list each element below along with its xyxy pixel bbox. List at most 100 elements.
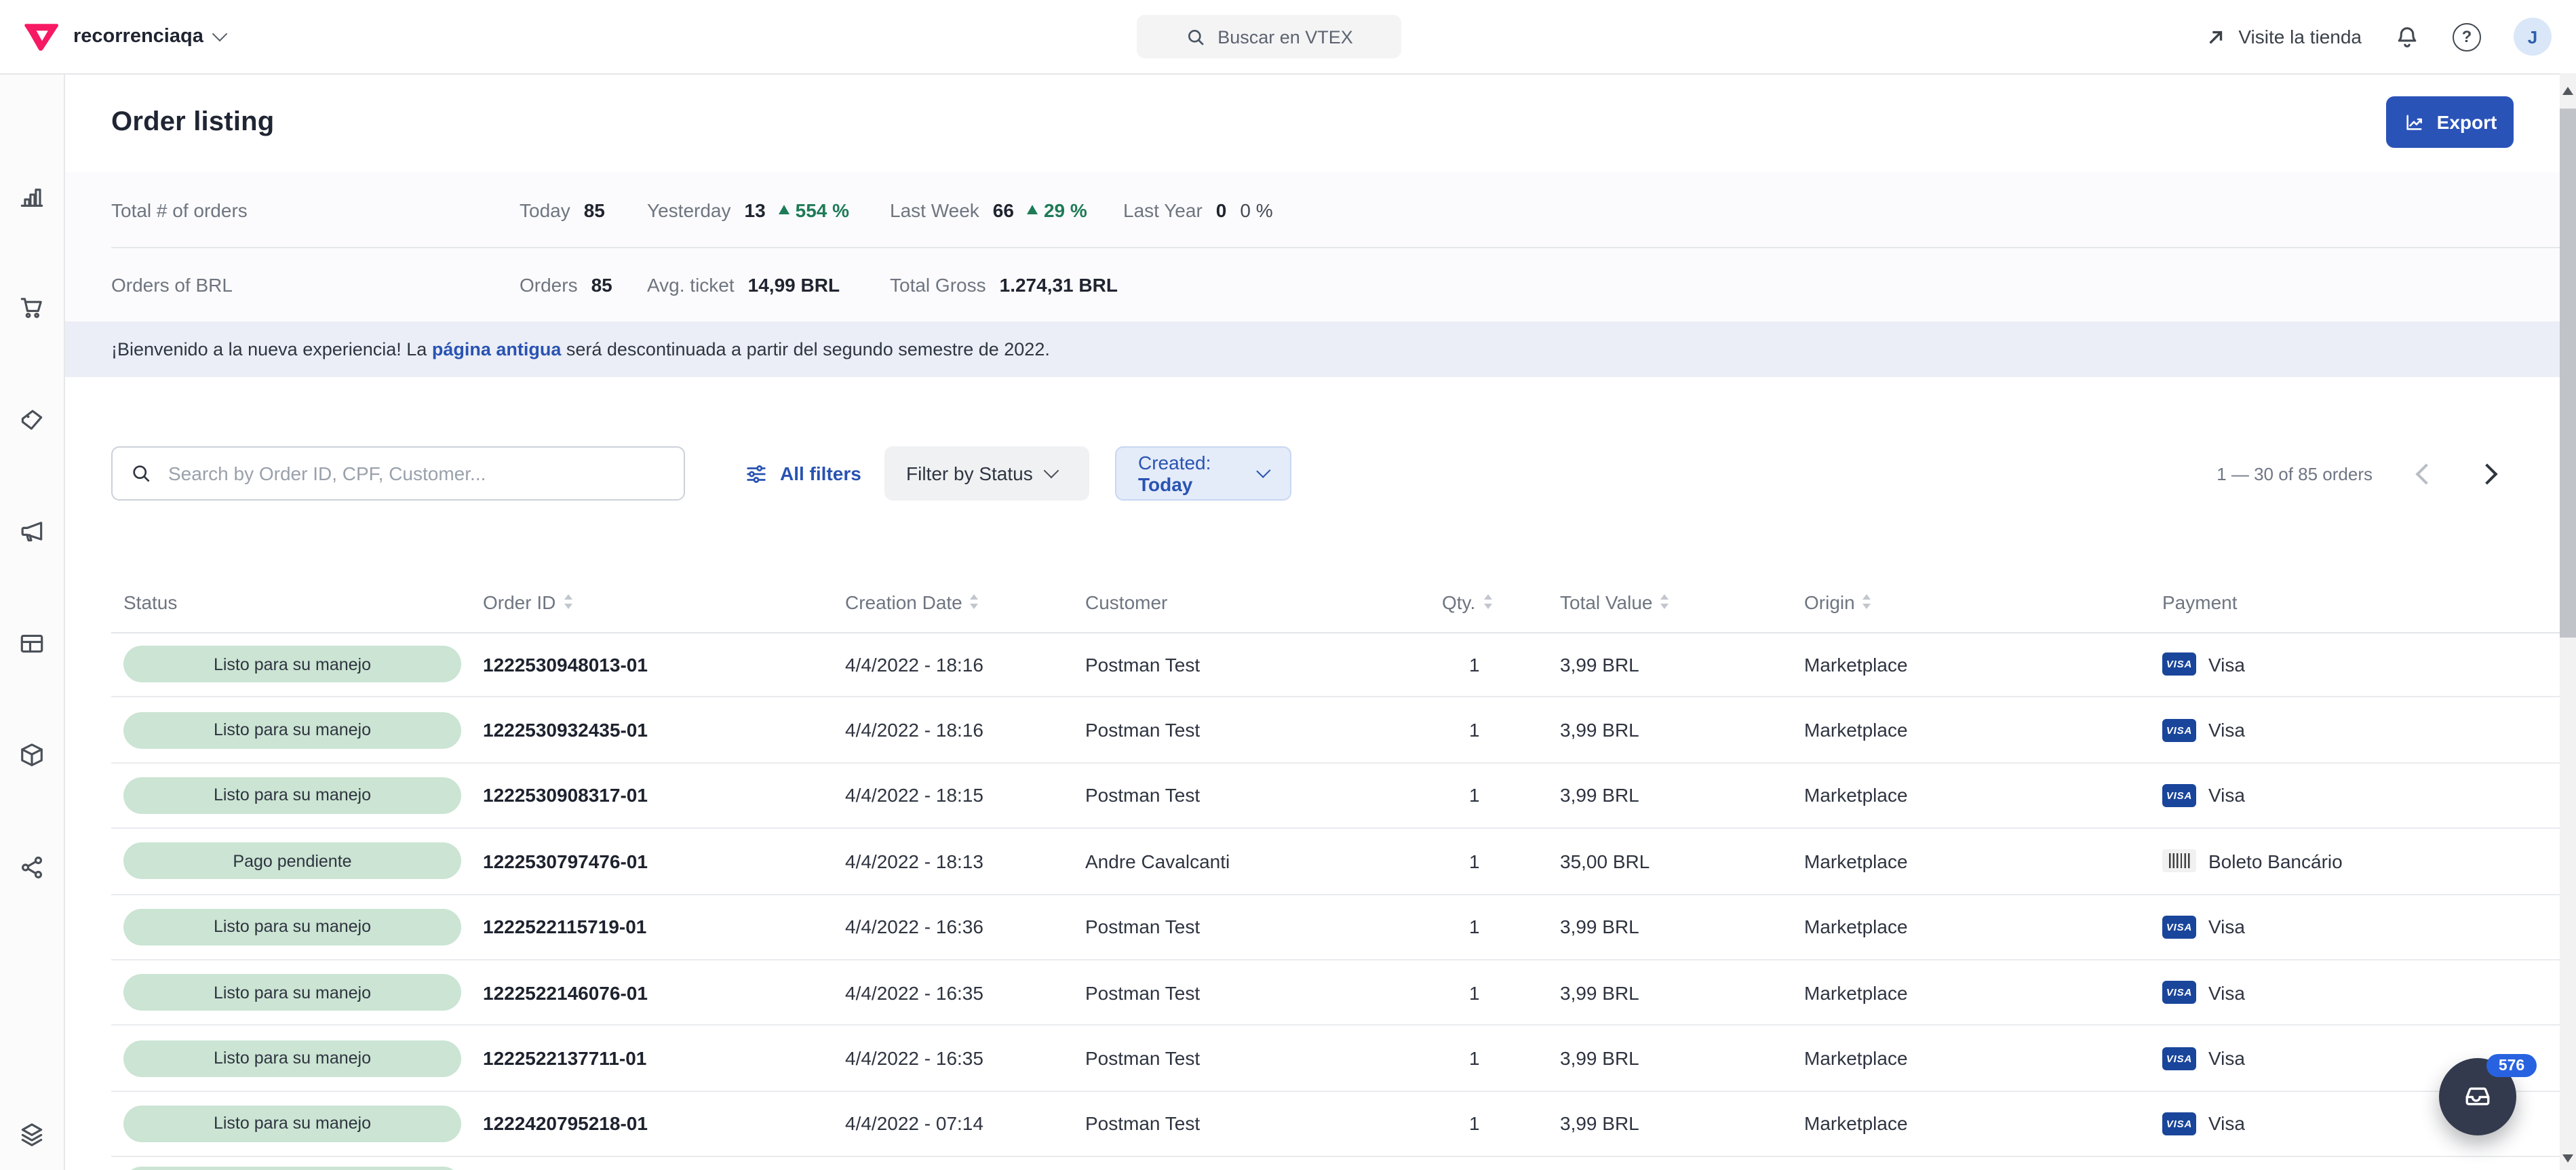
payment-label: Visa	[2208, 981, 2245, 1003]
column-label: Qty.	[1442, 591, 1475, 612]
payment-cell: VISAVisa	[2162, 784, 2560, 807]
account-switcher[interactable]: recorrenciaqa	[73, 0, 225, 73]
order-id-cell: 1222530797476-01	[483, 851, 845, 872]
visa-card-icon: VISA	[2162, 718, 2196, 741]
sort-arrows-icon	[1483, 595, 1491, 609]
column-header-creation-date[interactable]: Creation Date	[845, 591, 1085, 612]
table-row[interactable]: Listo para su manejo1222522137711-014/4/…	[111, 1026, 2560, 1092]
global-search[interactable]: Buscar en VTEX	[1137, 15, 1401, 58]
pagination-range: 1 — 30 of 85 orders	[2217, 463, 2373, 484]
previous-page-button[interactable]	[2415, 463, 2436, 484]
table-row[interactable]: Listo para su manejo1222420795218-014/4/…	[111, 1091, 2560, 1157]
origin-cell: Marketplace	[1804, 1047, 2162, 1069]
megaphone-icon	[18, 517, 46, 545]
help-button[interactable]: ?	[2453, 22, 2481, 51]
status-badge: Listo para su manejo	[123, 777, 461, 814]
export-button[interactable]: Export	[2386, 96, 2514, 148]
customer-cell: Postman Test	[1085, 719, 1442, 741]
quantity-cell: 1	[1442, 916, 1560, 938]
payment-cell: VISAVisa	[2162, 652, 2560, 676]
quantity-cell: 1	[1442, 653, 1560, 675]
notifications-button[interactable]	[2394, 24, 2420, 50]
total-value-cell: 3,99 BRL	[1560, 981, 1804, 1003]
order-id-cell: 1222530948013-01	[483, 653, 845, 675]
sort-arrows-icon	[564, 595, 572, 609]
creation-date-cell: 4/4/2022 - 18:13	[845, 851, 1085, 872]
status-badge: Listo para su manejo	[123, 1040, 461, 1076]
customer-cell: Postman Test	[1085, 1113, 1442, 1135]
stats-section: Total # of orders Today 85 Yesterday 13 …	[64, 172, 2576, 321]
chevron-down-icon	[1044, 463, 1059, 479]
line-chart-icon	[2403, 111, 2426, 134]
filter-by-status-dropdown[interactable]: Filter by Status	[884, 446, 1089, 501]
sidebar-item-promotions[interactable]	[18, 406, 46, 434]
metric-total-gross: Total Gross 1.274,31 BRL	[890, 273, 1118, 295]
table-row[interactable]: Listo para su manejo1222530908317-014/4/…	[111, 764, 2560, 830]
sidebar	[0, 73, 65, 1170]
topbar-actions: Visite la tienda ? J	[2206, 0, 2552, 73]
total-value-cell: 35,00 BRL	[1560, 851, 1804, 872]
stat-row-total-orders: Total # of orders Today 85 Yesterday 13 …	[64, 172, 2576, 247]
table-row[interactable]: Listo para su manejo1222530932435-014/4/…	[111, 698, 2560, 764]
payment-label: Boleto Bancário	[2208, 851, 2343, 872]
creation-date-cell: 4/4/2022 - 16:35	[845, 981, 1085, 1003]
page-header: Order listing Export	[64, 73, 2576, 174]
sidebar-item-analytics[interactable]	[18, 182, 46, 210]
column-header-origin[interactable]: Origin	[1804, 591, 2162, 612]
created-filter-dropdown[interactable]: Created: Today	[1115, 446, 1291, 501]
cart-icon	[18, 293, 46, 321]
origin-cell: Marketplace	[1804, 851, 2162, 872]
next-page-button[interactable]	[2476, 463, 2497, 484]
quantity-cell: 1	[1442, 719, 1560, 741]
banner-text-after: será descontinuada a partir del segundo …	[561, 339, 1050, 359]
status-badge: Listo para su manejo	[123, 909, 461, 945]
question-mark-icon: ?	[2453, 22, 2481, 51]
column-header-status: Status	[111, 591, 483, 612]
table-row[interactable]: Listo para su manejo1222522115719-014/4/…	[111, 895, 2560, 960]
customer-cell: Andre Cavalcanti	[1085, 851, 1442, 872]
vertical-scrollbar	[2560, 73, 2576, 1170]
column-header-qty[interactable]: Qty.	[1442, 591, 1560, 612]
customer-cell: Postman Test	[1085, 653, 1442, 675]
column-header-order-id[interactable]: Order ID	[483, 591, 845, 612]
table-row[interactable]: Listo para su manejo1222530948013-014/4/…	[111, 632, 2560, 698]
sidebar-item-apps[interactable]	[18, 1120, 46, 1149]
table-row[interactable]: Listo para su manejo	[111, 1157, 2560, 1170]
table-row[interactable]: Pago pendiente1222530797476-014/4/2022 -…	[111, 829, 2560, 895]
bell-icon	[2394, 24, 2420, 50]
scrollbar-thumb[interactable]	[2560, 109, 2576, 638]
payment-label: Visa	[2208, 653, 2245, 675]
delta-value: 554 %	[796, 199, 849, 220]
quantity-cell: 1	[1442, 1113, 1560, 1135]
banner-text-before: ¡Bienvenido a la nueva experiencia! La	[111, 339, 432, 359]
sidebar-item-catalog[interactable]	[18, 741, 46, 769]
user-avatar[interactable]: J	[2514, 18, 2552, 56]
total-value-cell: 3,99 BRL	[1560, 1047, 1804, 1069]
total-value-cell: 3,99 BRL	[1560, 916, 1804, 938]
creation-date-cell: 4/4/2022 - 18:15	[845, 785, 1085, 806]
stat-row-orders-brl: Orders of BRL Orders 85 Avg. ticket 14,9…	[64, 247, 2576, 321]
bar-chart-icon	[18, 182, 46, 210]
creation-date-cell: 4/4/2022 - 18:16	[845, 719, 1085, 741]
order-id-cell: 1222522137711-01	[483, 1047, 845, 1069]
scroll-down-arrow[interactable]	[2562, 1154, 2573, 1162]
sidebar-item-orders[interactable]	[18, 293, 46, 321]
metric-yesterday: Yesterday 13 554 %	[647, 199, 849, 220]
column-header-total-value[interactable]: Total Value	[1560, 591, 1804, 612]
table-row[interactable]: Listo para su manejo1222522146076-014/4/…	[111, 960, 2560, 1026]
column-label: Creation Date	[845, 591, 962, 612]
share-network-icon	[18, 853, 46, 882]
sidebar-item-storefront[interactable]	[18, 629, 46, 658]
old-page-link[interactable]: página antigua	[432, 339, 562, 359]
column-label: Customer	[1085, 591, 1167, 612]
quantity-cell: 1	[1442, 1047, 1560, 1069]
visit-store-button[interactable]: Visite la tienda	[2206, 26, 2362, 47]
avatar-initial: J	[2528, 26, 2537, 47]
sidebar-item-marketing[interactable]	[18, 517, 46, 545]
scroll-up-arrow[interactable]	[2562, 87, 2573, 95]
order-id-cell: 1222420795218-01	[483, 1113, 845, 1135]
sidebar-item-integrations[interactable]	[18, 853, 46, 882]
all-filters-button[interactable]: All filters	[745, 446, 861, 501]
total-value-cell: 3,99 BRL	[1560, 785, 1804, 806]
order-search-input[interactable]	[165, 461, 666, 486]
